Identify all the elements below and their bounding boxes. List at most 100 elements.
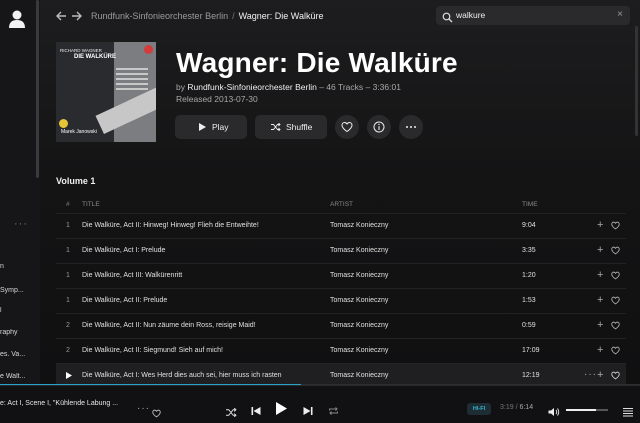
shuffle-button-label: Shuffle — [286, 122, 313, 132]
sidebar: ··· n Symp... l raphy es. Va... e Walt..… — [0, 0, 41, 385]
track-artist[interactable]: Tomasz Konieczny — [330, 372, 388, 379]
sidebar-scrollbar[interactable] — [36, 0, 39, 178]
play-button[interactable]: Play — [175, 115, 247, 139]
add-to-playlist-icon[interactable]: + — [597, 369, 603, 381]
track-time: 17:09 — [522, 347, 540, 354]
audio-quality-badge[interactable]: HI-FI — [467, 403, 491, 415]
more-options-button[interactable] — [399, 115, 423, 139]
sidebar-item[interactable]: raphy — [0, 329, 40, 336]
track-row[interactable]: 1 Die Walküre, Act III: Walkürenritt Tom… — [56, 263, 626, 288]
shuffle-icon[interactable] — [226, 404, 237, 422]
volume-heading: Volume 1 — [56, 176, 96, 186]
breadcrumb-parent-link[interactable]: Rundfunk-Sinfonieorchester Berlin — [91, 11, 228, 21]
cover-composer: RICHARD WAGNER — [60, 48, 102, 53]
track-artist[interactable]: Tomasz Konieczny — [330, 272, 388, 279]
album-artist-link[interactable]: Rundfunk-Sinfonieorchester Berlin — [187, 82, 316, 92]
now-playing-more-icon[interactable]: ··· — [137, 403, 150, 414]
track-title[interactable]: Die Walküre, Act II: Prelude — [82, 297, 167, 304]
cover-title: DIE WALKÜRE — [74, 54, 116, 60]
queue-icon[interactable] — [623, 404, 633, 422]
heart-icon[interactable] — [611, 296, 620, 307]
more-icon — [406, 126, 416, 128]
col-time[interactable]: TIME — [522, 201, 538, 208]
track-title[interactable]: Die Walküre, Act II: Hinweg! Hinweg! Fli… — [82, 222, 259, 229]
add-to-playlist-icon[interactable]: + — [597, 319, 603, 331]
info-button[interactable] — [367, 115, 391, 139]
track-artist[interactable]: Tomasz Konieczny — [330, 297, 388, 304]
search-icon — [442, 10, 453, 23]
previous-track-icon[interactable] — [251, 403, 261, 421]
add-to-playlist-icon[interactable]: + — [597, 294, 603, 306]
track-row[interactable]: 1 Die Walküre, Act II: Hinweg! Hinweg! F… — [56, 213, 626, 238]
user-avatar-icon[interactable] — [8, 9, 26, 29]
next-track-icon[interactable] — [303, 403, 313, 421]
add-to-playlist-icon[interactable]: + — [597, 244, 603, 256]
col-artist[interactable]: ARTIST — [330, 201, 353, 208]
cover-conductor: Marek Janowski — [61, 129, 97, 135]
track-title[interactable]: Die Walküre, Act I: Prelude — [82, 247, 165, 254]
sidebar-item[interactable]: es. Va... — [0, 351, 40, 358]
track-artist[interactable]: Tomasz Konieczny — [330, 222, 388, 229]
volume-icon[interactable] — [548, 404, 560, 422]
row-play-icon[interactable] — [66, 372, 72, 381]
sidebar-item[interactable]: l — [0, 307, 40, 314]
track-row[interactable]: 2 Die Walküre, Act II: Siegmund! Sieh au… — [56, 338, 626, 363]
forward-arrow-icon[interactable] — [71, 10, 83, 22]
breadcrumb-current: Wagner: Die Walküre — [238, 11, 324, 21]
heart-icon[interactable] — [611, 321, 620, 332]
play-icon — [199, 123, 206, 131]
track-row[interactable]: 2 Die Walküre, Act II: Nun zäume dein Ro… — [56, 313, 626, 338]
total-time: 6:14 — [519, 404, 534, 411]
row-more-icon[interactable]: ··· — [584, 369, 597, 380]
info-icon — [373, 121, 385, 133]
track-time: 1:53 — [522, 297, 536, 304]
track-num: 1 — [66, 272, 70, 279]
col-num: # — [66, 201, 70, 208]
track-num: 2 — [66, 347, 70, 354]
track-title[interactable]: Die Walküre, Act II: Nun zäume dein Ross… — [82, 322, 256, 329]
sidebar-more-icon[interactable]: ··· — [14, 218, 28, 230]
volume-slider[interactable] — [566, 409, 608, 411]
search-box[interactable]: walkure × — [436, 6, 630, 25]
album-cover: RICHARD WAGNER DIE WALKÜRE Marek Janowsk… — [56, 42, 156, 142]
track-title[interactable]: Die Walküre, Act III: Walkürenritt — [82, 272, 182, 279]
track-title[interactable]: Die Walküre, Act II: Siegmund! Sieh auf … — [82, 347, 223, 354]
heart-icon[interactable] — [611, 271, 620, 282]
add-to-playlist-icon[interactable]: + — [597, 219, 603, 231]
shuffle-button[interactable]: Shuffle — [255, 115, 327, 139]
col-title[interactable]: TITLE — [82, 201, 100, 208]
by-label: by — [176, 82, 185, 92]
track-artist[interactable]: Tomasz Konieczny — [330, 247, 388, 254]
heart-icon[interactable] — [611, 371, 620, 382]
back-arrow-icon[interactable] — [55, 10, 67, 22]
label-logo-icon — [144, 45, 153, 54]
add-to-playlist-icon[interactable]: + — [597, 269, 603, 281]
track-row[interactable]: 1 Die Walküre, Act II: Prelude Tomasz Ko… — [56, 288, 626, 313]
track-row-hovered[interactable]: Die Walküre, Act I: Wes Herd dies auch s… — [56, 363, 626, 385]
now-playing-heart-icon[interactable] — [152, 405, 161, 423]
track-artist[interactable]: Tomasz Konieczny — [330, 322, 388, 329]
main-scrollbar[interactable] — [635, 26, 638, 136]
favorite-button[interactable] — [335, 115, 359, 139]
top-bar: Rundfunk-Sinfonieorchester Berlin / Wagner… — [40, 0, 640, 34]
repeat-icon[interactable] — [328, 403, 339, 421]
track-row[interactable]: 1 Die Walküre, Act I: Prelude Tomasz Kon… — [56, 238, 626, 263]
sidebar-item[interactable]: e Walt... — [0, 373, 40, 380]
now-playing-title[interactable]: e: Act I, Scene I, "Kühlende Labung ... — [0, 400, 118, 407]
sidebar-item[interactable]: Symp... — [0, 287, 40, 294]
clear-search-icon[interactable]: × — [617, 9, 623, 20]
heart-icon[interactable] — [611, 221, 620, 232]
play-pause-icon[interactable] — [276, 402, 287, 420]
track-artist[interactable]: Tomasz Konieczny — [330, 347, 388, 354]
search-input[interactable]: walkure — [456, 10, 485, 20]
track-title[interactable]: Die Walküre, Act I: Wes Herd dies auch s… — [82, 372, 282, 379]
sidebar-item[interactable]: n — [0, 263, 40, 270]
play-button-label: Play — [212, 122, 229, 132]
breadcrumb: Rundfunk-Sinfonieorchester Berlin / Wagner… — [91, 11, 323, 21]
track-time: 9:04 — [522, 222, 536, 229]
elapsed-time: 3:19 — [500, 404, 514, 411]
heart-icon[interactable] — [611, 246, 620, 257]
track-time: 3:35 — [522, 247, 536, 254]
heart-icon[interactable] — [611, 346, 620, 357]
add-to-playlist-icon[interactable]: + — [597, 344, 603, 356]
